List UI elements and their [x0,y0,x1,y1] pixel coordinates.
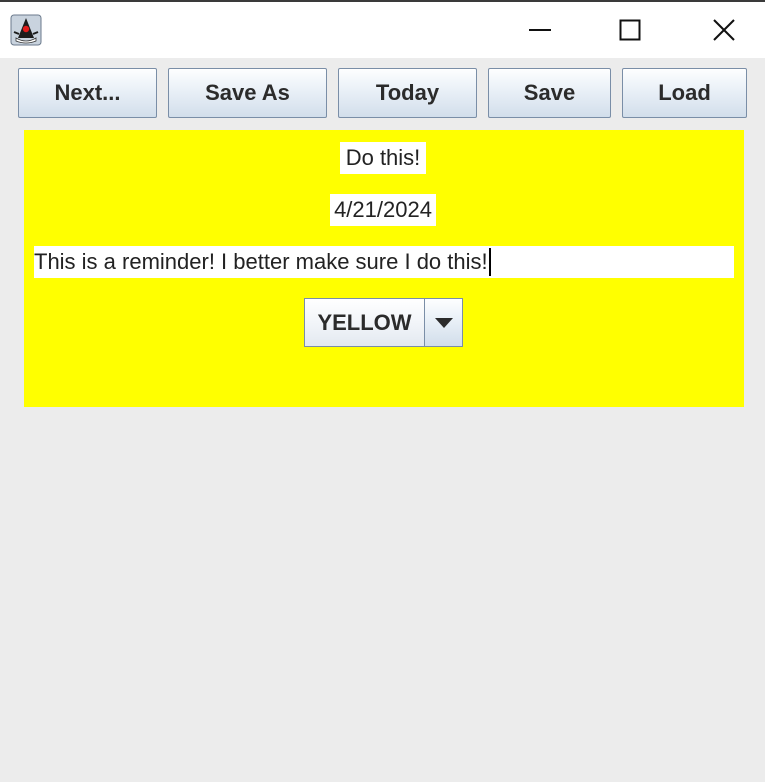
toolbar: Next... Save As Today Save Load [0,68,765,122]
maximize-button[interactable] [584,2,676,58]
maximize-icon [619,19,641,41]
app-window: Next... Save As Today Save Load Do this!… [0,0,765,782]
java-duke-icon [10,14,42,46]
color-select-value: YELLOW [305,299,424,346]
save-as-button[interactable]: Save As [168,68,327,118]
title-bar [0,2,765,58]
load-button[interactable]: Load [622,68,747,118]
note-panel: Do this! 4/21/2024 This is a reminder! I… [24,130,744,407]
note-title-field[interactable]: Do this! [340,142,426,174]
color-select[interactable]: YELLOW [304,298,463,347]
minimize-button[interactable] [494,2,586,58]
save-button[interactable]: Save [488,68,611,118]
reminder-text: This is a reminder! I better make sure I… [34,249,488,274]
reminder-text-field[interactable]: This is a reminder! I better make sure I… [34,246,734,278]
text-caret [488,248,491,276]
minimize-icon [529,29,551,31]
color-select-dropdown-button[interactable] [424,299,462,346]
close-button[interactable] [678,2,765,58]
triangle-down-icon [434,317,453,328]
note-date-field[interactable]: 4/21/2024 [330,194,436,226]
close-icon [713,19,735,41]
today-button[interactable]: Today [338,68,477,118]
next-button[interactable]: Next... [18,68,157,118]
